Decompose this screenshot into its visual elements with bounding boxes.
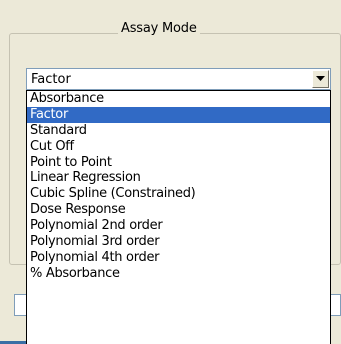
dropdown-option[interactable]: % Absorbance <box>27 266 330 282</box>
dropdown-option[interactable]: Polynomial 3rd order <box>27 234 330 250</box>
assay-mode-dropdown-list[interactable]: Absorbance Factor Standard Cut Off Point to … <box>26 90 331 344</box>
dropdown-option[interactable]: Absorbance <box>27 91 330 107</box>
dropdown-option[interactable]: Factor <box>27 106 330 123</box>
assay-mode-combobox[interactable]: Factor <box>26 68 331 90</box>
assay-settings-panel: Assay Mode Factor Absorbance Factor Standa… <box>0 0 341 344</box>
chevron-down-icon <box>316 76 325 81</box>
dropdown-option[interactable]: Cubic Spline (Constrained) <box>27 186 330 202</box>
assay-mode-title: Assay Mode <box>118 21 200 36</box>
dropdown-option[interactable]: Polynomial 4th order <box>27 250 330 266</box>
dropdown-option[interactable]: Point to Point <box>27 155 330 171</box>
dropdown-option[interactable]: Cut Off <box>27 139 330 155</box>
dropdown-button[interactable] <box>312 70 329 88</box>
dropdown-option[interactable]: Polynomial 2nd order <box>27 218 330 234</box>
combobox-value: Factor <box>31 72 71 87</box>
dropdown-option[interactable]: Linear Regression <box>27 170 330 186</box>
dropdown-option[interactable]: Dose Response <box>27 202 330 218</box>
dropdown-option[interactable]: Standard <box>27 123 330 139</box>
